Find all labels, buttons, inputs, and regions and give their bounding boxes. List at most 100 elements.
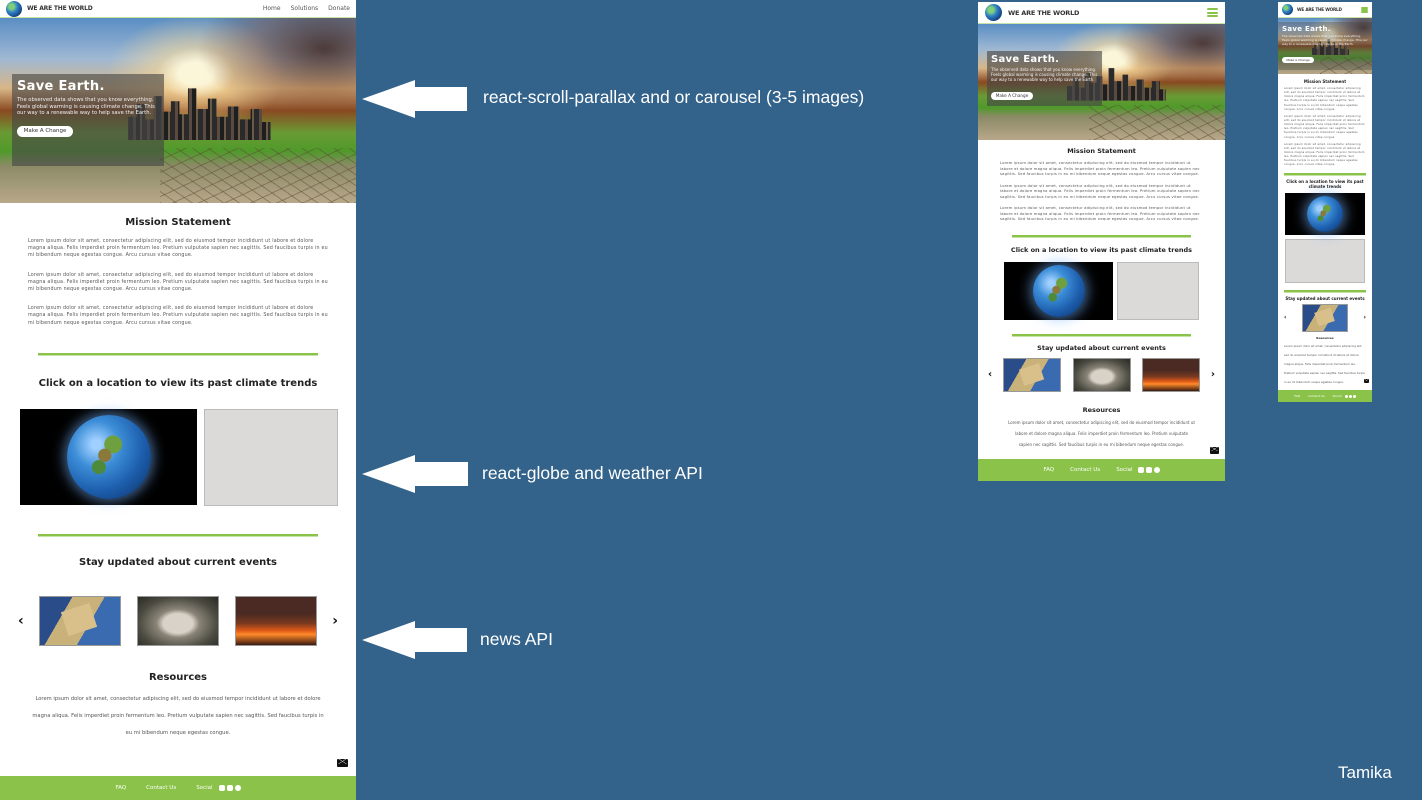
mission-paragraph: Lorem ipsum dolor sit amet, consectetur … [28,272,328,292]
reddit-icon[interactable] [1153,467,1160,473]
footer: FAQ Contact Us Social [978,459,1225,481]
mail-icon[interactable] [1210,447,1219,454]
author-name: Tamika [1338,763,1392,782]
globe-panel[interactable] [1285,192,1365,235]
mission-title: Mission Statement [125,217,231,228]
footer-social: Social [1116,467,1160,473]
chevron-left-icon[interactable]: ‹ [988,369,992,380]
mission-paragraph: Lorem ipsum dolor sit amet, consectetur … [1284,114,1365,139]
hero-overlay: Save Earth. The observed data shows that… [1278,22,1372,70]
social-label: Social [1332,394,1342,398]
reddit-icon[interactable] [1352,394,1356,398]
news-image[interactable] [137,595,219,646]
globe-logo-icon[interactable] [6,0,22,17]
globe-panel[interactable] [20,408,197,505]
navbar: WE ARE THE WORLD [1278,2,1372,18]
section-divider [1284,289,1366,293]
news-image[interactable] [234,595,317,646]
footer-contact-link[interactable]: Contact Us [1070,467,1100,473]
news-image[interactable] [1302,303,1348,332]
chevron-left-icon[interactable]: ‹ [18,614,24,628]
instagram-icon[interactable] [226,785,233,791]
hamburger-menu-icon[interactable] [1207,8,1218,17]
footer-contact-link[interactable]: Contact Us [146,785,176,791]
globe-logo-icon[interactable] [1282,4,1293,15]
section-divider [1012,333,1191,337]
chevron-right-icon[interactable]: › [1364,314,1366,321]
mail-icon[interactable] [337,759,348,767]
events-title: Stay updated about current events [1037,343,1166,352]
globe-panel[interactable] [1004,261,1113,320]
annotation-parallax: react-scroll-parallax and or carousel (3… [483,87,865,107]
climate-title: Click on a location to view its past cli… [1010,245,1193,254]
reddit-icon[interactable] [234,785,241,791]
footer-faq-link[interactable]: FAQ [1294,394,1300,398]
weather-panel [204,408,338,506]
resources-title: Resources [1316,335,1334,340]
footer-contact-link[interactable]: Contact Us [1308,394,1324,398]
nav-links: Home Solutions Donate [253,5,350,12]
section-divider [1012,234,1191,238]
navbar: WE ARE THE WORLD [978,2,1225,24]
facebook-icon[interactable] [1137,467,1144,473]
interactive-globe[interactable] [66,414,151,499]
chevron-right-icon[interactable]: › [1211,369,1215,380]
news-carousel: ‹ › [18,595,338,646]
interactive-globe[interactable] [1032,264,1085,317]
hero-text: The observed data shows that you know ev… [17,97,155,116]
facebook-icon[interactable] [218,785,225,791]
arrow-left-icon [362,621,467,659]
chevron-right-icon[interactable]: › [332,614,338,628]
news-image[interactable] [1141,357,1200,392]
hero-text: The observed data shows that you know ev… [1282,34,1368,46]
annotation-news: news API [480,629,553,649]
news-image[interactable] [39,595,122,646]
globe-logo-icon[interactable] [985,4,1002,21]
make-a-change-button[interactable]: Make A Change [991,92,1033,100]
resources-title: Resources [148,671,208,683]
footer: FAQ Contact Us Social [0,776,356,800]
instagram-icon[interactable] [1145,467,1152,473]
footer-social: Social [196,785,241,791]
mission-paragraph: Lorem ipsum dolor sit amet, consectetur … [1000,161,1200,177]
hero-overlay: Save Earth. The observed data shows that… [12,74,164,166]
events-title: Stay updated about current events [79,556,277,568]
nav-link-donate[interactable]: Donate [328,5,350,12]
hero-banner: Save Earth. The observed data shows that… [0,18,356,203]
mail-icon[interactable] [1364,379,1369,383]
chevron-left-icon[interactable]: ‹ [1284,314,1286,321]
hero-banner: Save Earth. The observed data shows that… [978,24,1225,140]
hero-title: Save Earth. [1282,25,1331,33]
interactive-globe[interactable] [1307,195,1343,232]
make-a-change-button[interactable]: Make A Change [17,125,73,137]
resources-text: Lorem ipsum dolor sit amet, consectetur … [32,695,324,736]
social-label: Social [196,785,213,791]
events-title: Stay updated about current events [1285,295,1365,301]
footer-faq-link[interactable]: FAQ [1043,467,1054,473]
facebook-icon[interactable] [1344,394,1348,398]
brand-name[interactable]: WE ARE THE WORLD [1008,9,1079,17]
resources-text: Lorem ipsum dolor sit amet, consectetur … [1284,343,1365,384]
resources-title: Resources [1082,405,1121,414]
footer-faq-link[interactable]: FAQ [115,785,126,791]
mission-paragraph: Lorem ipsum dolor sit amet, consectetur … [28,306,328,326]
footer-social: Social [1333,394,1356,398]
hamburger-menu-icon[interactable] [1361,6,1368,13]
news-image[interactable] [1003,357,1062,392]
mission-paragraph: Lorem ipsum dolor sit amet, consectetur … [1284,87,1365,111]
section-divider [38,352,318,356]
nav-link-solutions[interactable]: Solutions [291,5,319,12]
instagram-icon[interactable] [1348,394,1352,398]
brand-name[interactable]: WE ARE THE WORLD [27,5,93,12]
mission-paragraph: Lorem ipsum dolor sit amet, consectetur … [28,239,328,259]
climate-title: Click on a location to view its past cli… [38,377,318,389]
desktop-mockup: WE ARE THE WORLD Home Solutions Donate S… [0,0,356,800]
arrow-left-icon [362,80,467,118]
news-image[interactable] [1072,357,1131,392]
nav-link-home[interactable]: Home [263,5,281,12]
hero-title: Save Earth. [17,79,105,94]
climate-title: Click on a location to view its past cli… [1286,178,1364,189]
make-a-change-button[interactable]: Make A Change [1282,57,1314,64]
annotation-globe: react-globe and weather API [482,463,703,483]
brand-name[interactable]: WE ARE THE WORLD [1297,7,1342,12]
